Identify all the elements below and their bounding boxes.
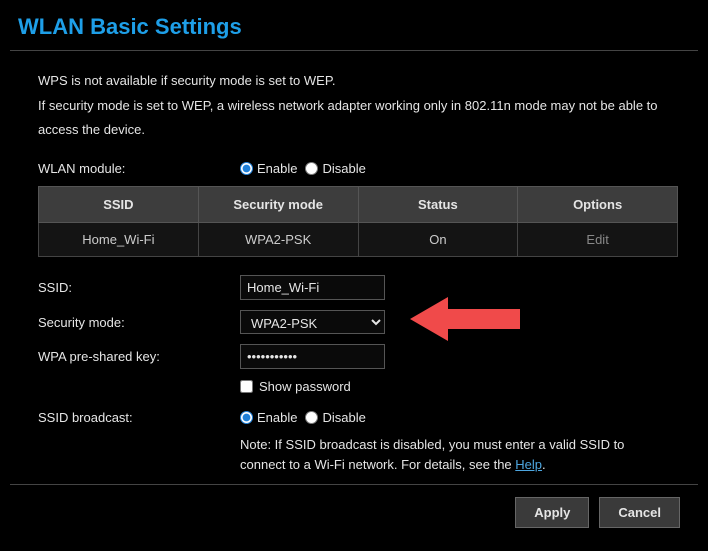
th-ssid: SSID [39,187,199,223]
note-suffix: . [542,457,546,472]
broadcast-disable-radio[interactable]: Disable [305,410,365,425]
th-status: Status [358,187,518,223]
td-edit[interactable]: Edit [518,223,678,257]
td-ssid: Home_Wi-Fi [39,223,199,257]
wlan-disable-radio[interactable]: Disable [305,161,365,176]
show-password-label: Show password [259,379,351,394]
wpa-key-row: WPA pre-shared key: [38,344,694,369]
button-row: Apply Cancel [10,484,698,528]
wlan-module-label: WLAN module: [38,161,240,176]
td-status: On [358,223,518,257]
page-title: WLAN Basic Settings [0,0,708,50]
ssid-table: SSID Security mode Status Options Home_W… [38,186,678,257]
show-password-row: Show password [240,379,694,394]
wlan-module-row: WLAN module: Enable Disable [38,161,694,176]
ssid-label: SSID: [38,280,240,295]
ssid-input[interactable] [240,275,385,300]
ssid-broadcast-row: SSID broadcast: Enable Disable [38,410,694,425]
ssid-field-row: SSID: [38,275,694,300]
broadcast-enable-radio-input[interactable] [240,411,253,424]
ssid-broadcast-label: SSID broadcast: [38,410,240,425]
wpa-key-label: WPA pre-shared key: [38,349,240,364]
broadcast-enable-label: Enable [257,410,297,425]
broadcast-enable-radio[interactable]: Enable [240,410,297,425]
wlan-enable-label: Enable [257,161,297,176]
wpa-key-input[interactable] [240,344,385,369]
security-mode-select[interactable]: WPA2-PSK [240,310,385,334]
wlan-enable-radio-input[interactable] [240,162,253,175]
cancel-button[interactable]: Cancel [599,497,680,528]
broadcast-disable-label: Disable [322,410,365,425]
broadcast-note: Note: If SSID broadcast is disabled, you… [240,435,694,474]
th-options: Options [518,187,678,223]
apply-button[interactable]: Apply [515,497,589,528]
info-text: WPS is not available if security mode is… [38,69,694,143]
help-link[interactable]: Help [515,457,542,472]
wlan-enable-radio[interactable]: Enable [240,161,297,176]
table-row: Home_Wi-Fi WPA2-PSK On Edit [39,223,678,257]
broadcast-disable-radio-input[interactable] [305,411,318,424]
note-prefix: Note: If SSID broadcast is disabled, you… [240,437,624,472]
wlan-disable-radio-input[interactable] [305,162,318,175]
show-password-checkbox[interactable] [240,380,253,393]
security-mode-row: Security mode: WPA2-PSK [38,310,694,334]
security-mode-label: Security mode: [38,315,240,330]
info-line-1: WPS is not available if security mode is… [38,69,694,94]
info-line-2: If security mode is set to WEP, a wirele… [38,94,694,143]
table-header-row: SSID Security mode Status Options [39,187,678,223]
wlan-disable-label: Disable [322,161,365,176]
th-security: Security mode [198,187,358,223]
td-security: WPA2-PSK [198,223,358,257]
